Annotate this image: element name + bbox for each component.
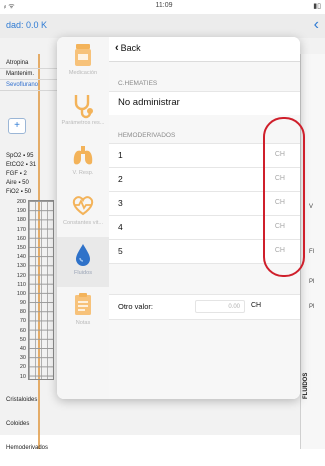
otro-valor-unit: CH xyxy=(251,302,262,309)
background-header: dad: 0.0 K ‹ xyxy=(0,14,325,38)
highlight-annotation xyxy=(263,117,305,277)
tab-label: V. Resp. xyxy=(72,170,94,176)
scale-tick: 120 xyxy=(16,272,26,279)
otro-valor-row: Otro valor: 0.00 CH xyxy=(109,294,300,320)
back-label: Back xyxy=(120,43,141,53)
fluid-category[interactable]: Coloides xyxy=(0,418,60,442)
right-label: Pl xyxy=(309,304,315,310)
signal-indicator: ᵢₗ ᯤ xyxy=(4,3,15,10)
chematies-row[interactable]: No administrar xyxy=(109,91,300,115)
status-bar: ᵢₗ ᯤ 11:09 ▮▯ xyxy=(0,0,325,14)
scale-tick: 90 xyxy=(19,300,26,307)
medication-icon xyxy=(75,44,91,66)
tab-constantes[interactable]: Constantes vit... xyxy=(57,187,109,237)
scale-tick: 110 xyxy=(17,281,26,288)
lungs-icon xyxy=(73,146,93,165)
fluid-category[interactable]: Cristaloides xyxy=(0,394,60,418)
category-tabbar: Medicación Parámetros res... V. Resp. Co… xyxy=(57,37,110,399)
scale-tick: 100 xyxy=(16,290,26,297)
clock: 11:09 xyxy=(155,2,173,9)
add-button[interactable]: + xyxy=(8,118,26,134)
scale-tick: 80 xyxy=(19,309,26,316)
scale-tick: 70 xyxy=(19,318,26,325)
vital-row: SpO2 ▪ 95 xyxy=(6,153,34,159)
chevron-left-icon: ‹ xyxy=(115,42,119,54)
vital-row: FGF ▪ 2 xyxy=(6,171,27,177)
scale-tick: 160 xyxy=(16,235,26,242)
scale-tick: 150 xyxy=(16,244,26,251)
row-label: 3 xyxy=(118,198,123,208)
otro-valor-label: Otro valor: xyxy=(118,302,154,311)
tab-vresp[interactable]: V. Resp. xyxy=(57,137,109,187)
fluid-categories: Cristaloides Coloides Hemoderivados xyxy=(0,394,60,466)
tab-medicacion[interactable]: Medicación xyxy=(57,37,109,87)
tab-label: Constantes vit... xyxy=(62,220,104,226)
row-label: 2 xyxy=(118,174,123,184)
scale-tick: 180 xyxy=(16,217,26,224)
section-header-chematies: C.HEMATIES xyxy=(118,80,158,87)
scale-tick: 190 xyxy=(16,208,26,215)
fluid-category[interactable]: Hemoderivados xyxy=(0,442,60,466)
scale-tick: 60 xyxy=(19,327,26,334)
nav-bar: ‹ Back xyxy=(109,37,300,62)
row-label: 4 xyxy=(118,222,123,232)
drop-icon xyxy=(76,244,90,266)
scale-tick: 40 xyxy=(19,346,26,352)
chevron-right-icon[interactable]: ‹ xyxy=(314,16,319,34)
section-label-fluidos: FLUIDOS xyxy=(303,372,309,399)
stethoscope-icon xyxy=(74,95,93,119)
heartbeat-icon xyxy=(72,196,94,216)
tab-label: Notas xyxy=(75,320,91,326)
scale-tick: 140 xyxy=(16,254,26,261)
chart-grid xyxy=(28,200,54,380)
vitals-list: SpO2 ▪ 95 EtCO2 ▪ 31 FGF ▪ 2 Aire ▪ 50 F… xyxy=(0,152,60,197)
row-label: 1 xyxy=(118,150,123,160)
tab-fluidos[interactable]: Fluidos xyxy=(57,237,109,287)
scale-tick: 10 xyxy=(19,373,26,380)
tab-notas[interactable]: Notas xyxy=(57,287,109,337)
chematies-value: No administrar xyxy=(118,97,180,108)
scale-tick: 30 xyxy=(19,355,26,362)
tab-label: Parámetros res... xyxy=(61,120,105,126)
scale-tick: 50 xyxy=(19,336,26,343)
y-scale: 200 190 180 170 160 150 140 130 120 110 … xyxy=(4,198,26,382)
scale-tick: 20 xyxy=(19,364,26,371)
right-label: Pl xyxy=(309,279,315,285)
tab-label: Fluidos xyxy=(73,270,93,276)
drug-item[interactable]: Sevoflurano xyxy=(0,80,58,91)
drug-item[interactable]: Atropina xyxy=(0,58,58,69)
right-label: V xyxy=(309,204,314,210)
tab-label: Medicación xyxy=(68,70,98,76)
tab-parametros[interactable]: Parámetros res... xyxy=(57,87,109,137)
row-label: 5 xyxy=(118,246,123,256)
right-label: Fl xyxy=(309,249,314,255)
scale-tick: 200 xyxy=(16,199,26,205)
background-title: dad: 0.0 K xyxy=(6,20,48,30)
scale-tick: 170 xyxy=(16,226,26,233)
notes-icon xyxy=(75,293,91,315)
vital-row: FiO2 ▪ 50 xyxy=(6,189,32,195)
battery-icon: ▮▯ xyxy=(313,3,321,10)
drug-list: Atropina Mantenim. Sevoflurano xyxy=(0,58,58,91)
vital-row: Aire ▪ 50 xyxy=(6,180,29,186)
back-button[interactable]: ‹ Back xyxy=(115,42,141,54)
otro-valor-input[interactable]: 0.00 xyxy=(195,300,245,313)
drug-item[interactable]: Mantenim. xyxy=(0,69,58,80)
vital-row: EtCO2 ▪ 31 xyxy=(6,162,37,168)
scale-tick: 130 xyxy=(16,263,26,270)
